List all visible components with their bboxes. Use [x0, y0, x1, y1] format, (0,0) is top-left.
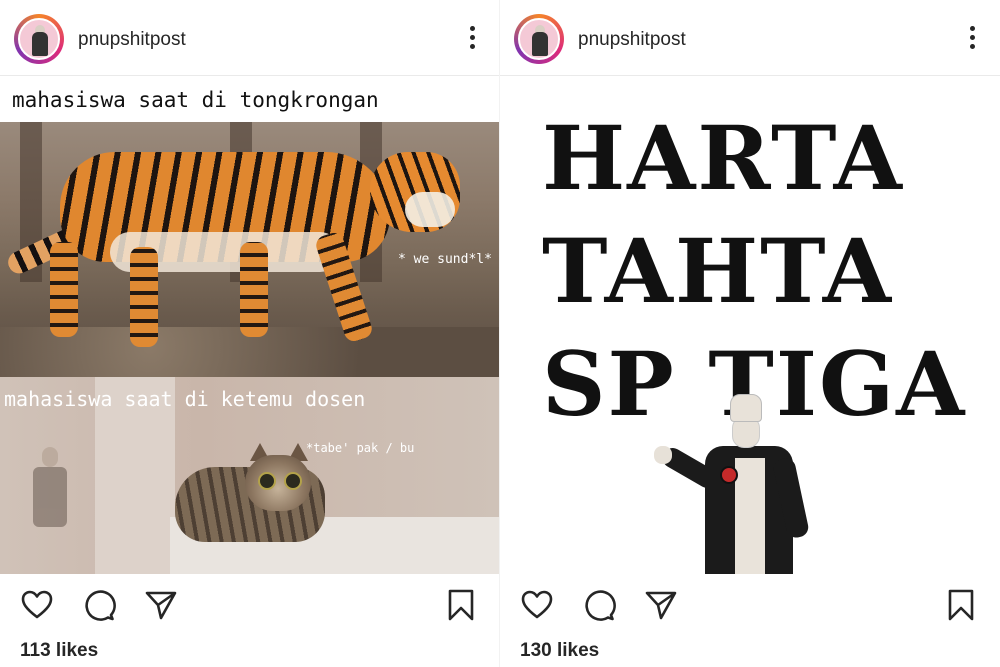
likes-count[interactable]: 130 likes	[520, 640, 599, 662]
post-actions	[0, 578, 500, 628]
post-right: pnupshitpost HARTA TAHTA SP TIGA 130 lik…	[500, 0, 1000, 667]
more-options-icon[interactable]	[470, 26, 476, 52]
post-header: pnupshitpost	[500, 0, 1000, 76]
comment-icon[interactable]	[82, 588, 116, 622]
bookmark-icon[interactable]	[944, 588, 978, 622]
meme-overlay-text: *tabe' pak / bu	[306, 441, 415, 455]
heart-icon[interactable]	[20, 588, 54, 622]
bookmark-icon[interactable]	[444, 588, 478, 622]
username[interactable]: pnupshitpost	[78, 29, 186, 51]
post-header: pnupshitpost	[0, 0, 500, 76]
post-image[interactable]: mahasiswa saat di tongkrongan * we sund*…	[0, 76, 500, 574]
meme-overlay-text: * we sund*l*	[398, 252, 492, 267]
avatar[interactable]	[14, 14, 64, 64]
avatar[interactable]	[514, 14, 564, 64]
meme-caption-middle: mahasiswa saat di ketemu dosen	[4, 387, 366, 411]
heart-icon[interactable]	[520, 588, 554, 622]
avatar-image	[518, 18, 560, 60]
statue-figure	[650, 388, 840, 574]
avatar-image	[18, 18, 60, 60]
post-image[interactable]: HARTA TAHTA SP TIGA	[500, 76, 1000, 574]
more-options-icon[interactable]	[970, 26, 976, 52]
post-left: pnupshitpost mahasiswa saat di tongkrong…	[0, 0, 500, 667]
comment-icon[interactable]	[582, 588, 616, 622]
tiger-photo: * we sund*l*	[0, 122, 500, 377]
share-icon[interactable]	[644, 588, 678, 622]
meme-text-line-1: HARTA	[542, 106, 904, 210]
cat-photo: mahasiswa saat di ketemu dosen *tabe' pa…	[0, 377, 500, 574]
likes-count[interactable]: 113 likes	[20, 640, 98, 662]
meme-text-line-2: TAHTA	[542, 219, 894, 323]
share-icon[interactable]	[144, 588, 178, 622]
meme-caption-top: mahasiswa saat di tongkrongan	[12, 88, 379, 112]
username[interactable]: pnupshitpost	[578, 29, 686, 51]
post-actions	[500, 578, 1000, 628]
